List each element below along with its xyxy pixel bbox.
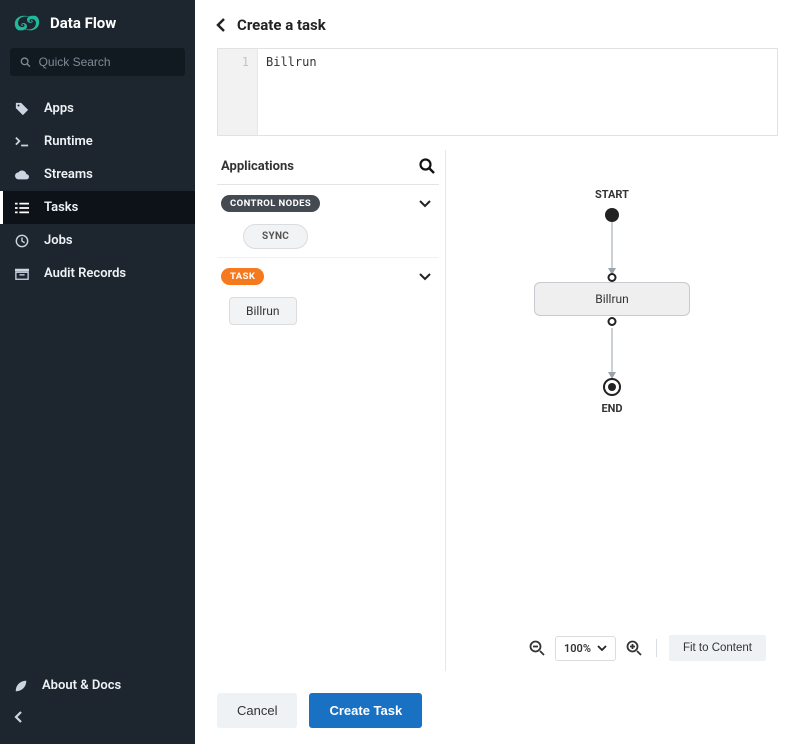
header: Create a task (195, 0, 800, 48)
chevron-down-icon (597, 645, 607, 651)
end-label: END (601, 402, 622, 415)
sidebar-item-audit[interactable]: Audit Records (0, 257, 195, 290)
sidebar-item-label: Audit Records (44, 266, 126, 281)
control-nodes-section: CONTROL NODES SYNC (217, 185, 439, 258)
applications-title: Applications (221, 159, 294, 174)
quick-search-input[interactable] (39, 55, 175, 69)
toolbar-divider (656, 639, 657, 657)
code-editor[interactable]: 1 Billrun (217, 48, 778, 136)
sidebar-item-label: Jobs (44, 233, 73, 248)
quick-search[interactable] (10, 48, 185, 76)
edge-2 (612, 328, 613, 378)
zoom-level-select[interactable]: 100% (555, 636, 616, 661)
zoom-in-button[interactable] (624, 638, 644, 658)
tag-icon (14, 102, 30, 116)
search-icon (20, 56, 31, 68)
code-gutter: 1 (218, 49, 258, 135)
flow-canvas[interactable]: START Billrun END (446, 150, 778, 625)
canvas-panel: START Billrun END 100% (445, 150, 778, 671)
main: Create a task 1 Billrun Applications CON… (195, 0, 800, 744)
sync-node[interactable]: SYNC (243, 224, 308, 249)
applications-header: Applications (217, 150, 439, 185)
workspace: Applications CONTROL NODES SYNC TASK Bi (217, 150, 778, 671)
end-node[interactable] (603, 378, 621, 396)
sidebar-item-label: Tasks (44, 200, 78, 215)
zoom-out-button[interactable] (527, 638, 547, 658)
sidebar-item-label: Apps (44, 101, 74, 116)
about-docs[interactable]: About & Docs (0, 669, 195, 702)
task-output-port[interactable] (608, 317, 617, 326)
create-task-button[interactable]: Create Task (309, 693, 422, 728)
edge-1 (612, 222, 613, 273)
logo-icon (14, 12, 40, 34)
leaf-icon (14, 679, 28, 693)
code-body[interactable]: Billrun (258, 49, 777, 135)
task-toggle[interactable] (415, 271, 435, 283)
chevron-left-icon (14, 711, 24, 723)
task-input-port[interactable] (608, 273, 617, 282)
fit-to-content-button[interactable]: Fit to Content (669, 635, 766, 661)
sidebar-footer: About & Docs (0, 669, 195, 744)
applications-panel: Applications CONTROL NODES SYNC TASK Bi (217, 150, 439, 671)
action-buttons: Cancel Create Task (195, 683, 800, 744)
back-button[interactable] (215, 18, 227, 32)
sidebar-item-label: Streams (44, 167, 93, 182)
sidebar-item-tasks[interactable]: Tasks (0, 191, 195, 224)
task-item-billrun[interactable]: Billrun (229, 297, 297, 325)
list-icon (14, 202, 30, 214)
task-section: TASK Billrun (217, 258, 439, 329)
sidebar: Data Flow Apps Runtime Streams Tasks (0, 0, 195, 744)
clock-icon (14, 234, 30, 248)
cloud-icon (14, 170, 30, 180)
start-label: START (595, 188, 629, 201)
brand: Data Flow (0, 0, 195, 46)
archive-icon (14, 268, 30, 280)
cancel-button[interactable]: Cancel (217, 693, 297, 728)
page-title: Create a task (237, 16, 326, 34)
task-badge: TASK (221, 268, 264, 285)
collapse-sidebar[interactable] (0, 702, 195, 732)
sidebar-item-apps[interactable]: Apps (0, 92, 195, 125)
terminal-icon (14, 136, 30, 148)
start-node[interactable] (605, 208, 619, 222)
task-node-billrun[interactable]: Billrun (534, 282, 690, 316)
applications-search-button[interactable] (419, 158, 435, 174)
sidebar-item-jobs[interactable]: Jobs (0, 224, 195, 257)
zoom-toolbar: 100% Fit to Content (446, 625, 778, 671)
sidebar-item-runtime[interactable]: Runtime (0, 125, 195, 158)
about-label: About & Docs (42, 678, 121, 693)
sidebar-item-label: Runtime (44, 134, 93, 149)
brand-title: Data Flow (50, 14, 116, 32)
sidebar-item-streams[interactable]: Streams (0, 158, 195, 191)
nav: Apps Runtime Streams Tasks Jobs Audit Re… (0, 92, 195, 290)
control-nodes-badge: CONTROL NODES (221, 195, 320, 212)
control-nodes-toggle[interactable] (415, 198, 435, 210)
